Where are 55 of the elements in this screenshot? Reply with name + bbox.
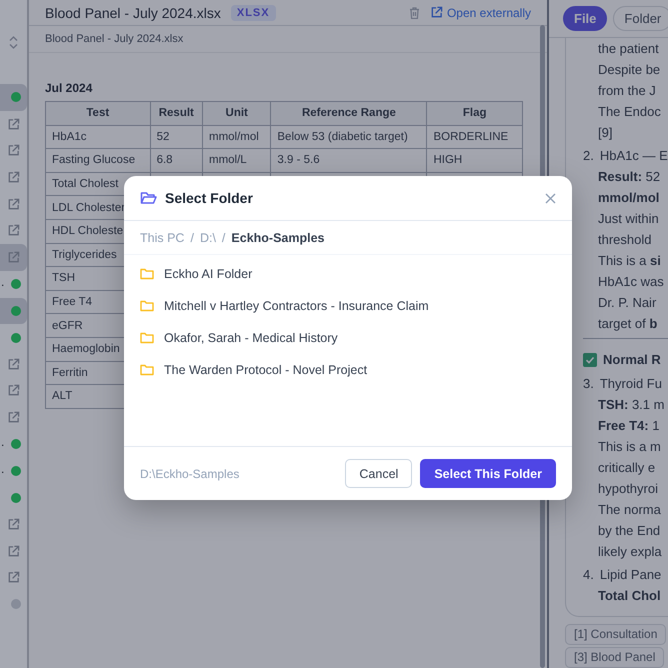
table-cell: 6.8 <box>150 148 202 172</box>
breadcrumb-separator: / <box>222 230 226 244</box>
answer-text: hypothyroi <box>597 480 659 498</box>
table-cell: BORDERLINE <box>426 125 522 149</box>
column-header: Flag <box>426 102 522 126</box>
selected-path: D:\Eckho-Samples <box>140 466 240 480</box>
file-name: Blood Panel - July 2024.xlsx <box>45 33 184 45</box>
list-number: 3. <box>583 375 594 393</box>
answer-text: The norma <box>597 501 662 519</box>
dialog-title: Select Folder <box>165 190 253 206</box>
table-cell: Below 53 (diabetic target) <box>270 125 427 149</box>
column-header: Test <box>46 102 150 126</box>
document-title: Blood Panel - July 2024.xlsx <box>45 4 221 20</box>
answer-text: Result: 52 <box>597 168 662 186</box>
breadcrumb-separator: / <box>190 230 194 244</box>
answer-text: Total Chol <box>597 587 662 605</box>
list-item-text: Thyroid Fu <box>600 375 662 393</box>
answer-text: from the J <box>597 82 657 100</box>
section-heading: Normal R <box>603 351 661 369</box>
answer-text: Dr. P. Nair <box>597 294 658 312</box>
file-type-badge: XLSX <box>230 4 276 20</box>
answer-text: threshold <box>597 231 652 249</box>
answer-text: by the End <box>597 522 662 540</box>
table-cell: HIGH <box>426 148 522 172</box>
answer-text: the patient <box>597 40 660 58</box>
table-cell: mmol/L <box>202 148 271 172</box>
answer-text: critically e <box>597 459 656 477</box>
sheet-title: Jul 2024 <box>45 81 94 95</box>
answer-text: [9] <box>597 124 614 142</box>
answer-text: The Endoc <box>597 103 662 121</box>
answer-text: HbA1c was <box>597 273 665 291</box>
truncated-label: . <box>1 434 4 449</box>
table-cell: 3.9 - 5.6 <box>270 148 427 172</box>
list-item-text: HbA1c — E <box>600 147 668 165</box>
list-number: 4. <box>583 566 594 584</box>
list-item-text: Lipid Pane <box>600 566 662 584</box>
truncated-label: . <box>1 274 4 289</box>
list-number: 2. <box>583 147 594 165</box>
table-cell: 52 <box>150 125 202 149</box>
column-header: Result <box>150 102 202 126</box>
answer-text: TSH: 3.1 m <box>597 396 666 414</box>
answer-text: target of b <box>597 315 658 333</box>
answer-text: Free T4: 1 <box>597 417 660 435</box>
truncated-label: . <box>1 462 4 476</box>
column-header: Unit <box>202 102 271 126</box>
column-header: Reference Range <box>270 102 427 126</box>
answer-text: This is a m <box>597 438 662 456</box>
table-cell: Fasting Glucose <box>46 148 150 172</box>
answer-text: This is a si <box>597 252 662 270</box>
answer-text: Just within <box>597 210 660 228</box>
answer-text: likely expla <box>597 543 663 561</box>
table-cell: HbA1c <box>46 125 150 149</box>
answer-text: mmol/mol <box>597 189 660 207</box>
answer-text: Despite be <box>597 61 662 79</box>
table-cell: mmol/mol <box>202 125 271 149</box>
